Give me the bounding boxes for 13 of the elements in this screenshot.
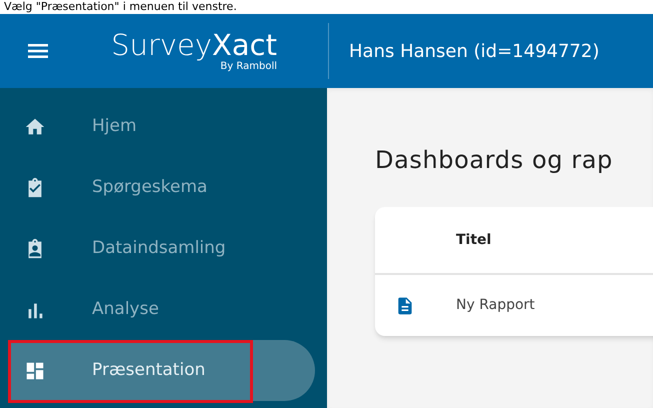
instruction-caption: Vælg "Præsentation" i menuen til venstre. (4, 0, 237, 14)
user-name: Hans Hansen (id=1494772) (349, 40, 600, 64)
sidebar-item[interactable]: Spørgeskema (92, 174, 208, 200)
logo-wordmark: SurveyXact (111, 29, 277, 61)
column-header: Titel (456, 230, 492, 250)
sidebar-item[interactable]: Hjem (92, 114, 137, 140)
report-title[interactable]: Ny Rapport (456, 295, 535, 316)
page-title: Dashboards og rap (375, 145, 614, 176)
logo-tagline: By Ramboll (220, 61, 277, 73)
sidebar-item[interactable]: Præsentation (8, 340, 315, 401)
sidebar-item[interactable]: Analyse (92, 296, 159, 322)
menu-icon[interactable] (26, 41, 50, 61)
sidebar-item[interactable]: Dataindsamling (92, 236, 226, 262)
